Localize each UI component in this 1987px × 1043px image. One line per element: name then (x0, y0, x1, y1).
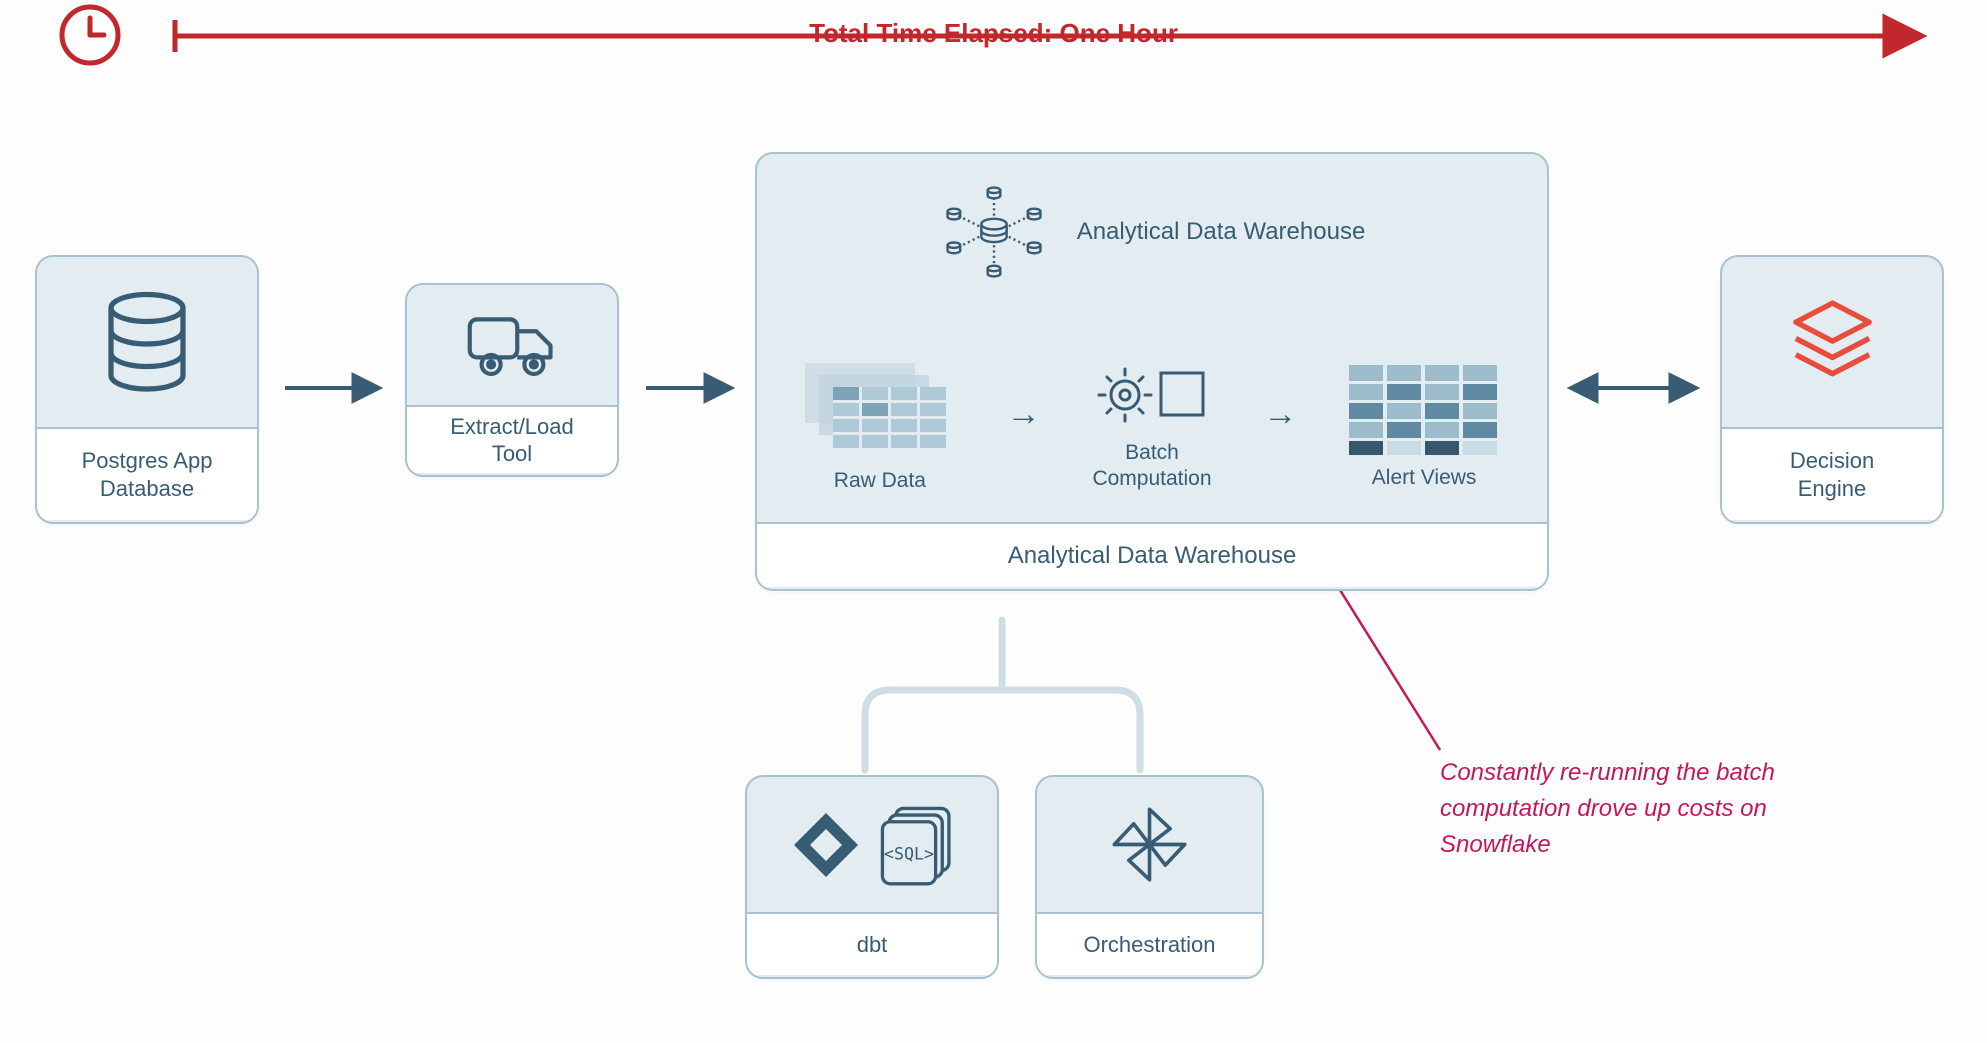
warehouse-header-label: Analytical Data Warehouse (1077, 218, 1366, 246)
node-decision-engine: Decision Engine (1720, 255, 1944, 524)
node-extract-load-tool: Extract/Load Tool (405, 283, 619, 477)
node-analytical-data-warehouse-label: Analytical Data Warehouse (757, 522, 1547, 587)
gear-box-icon (1097, 365, 1207, 430)
cost-annotation: Constantly re-running the batch computat… (1440, 755, 1870, 863)
layers-icon (1785, 295, 1880, 390)
node-orchestration-label: Orchestration (1037, 912, 1262, 975)
warehouse-step-alert-views-label: Alert Views (1372, 465, 1477, 491)
sql-badge-text: SQL (894, 844, 924, 863)
alert-views-table-icon (1349, 365, 1499, 455)
dbt-icon (786, 805, 866, 885)
database-icon (102, 290, 192, 395)
node-orchestration: Orchestration (1035, 775, 1264, 979)
truck-icon (465, 308, 560, 383)
pinwheel-icon (1107, 802, 1192, 887)
bracket-tools-to-dwh (865, 620, 1140, 770)
node-analytical-data-warehouse: Analytical Data Warehouse (755, 152, 1549, 591)
raw-data-tables-icon (805, 363, 955, 458)
node-dbt: <SQL> dbt (745, 775, 999, 979)
warehouse-step-raw-data-label: Raw Data (834, 468, 926, 494)
warehouse-header: Analytical Data Warehouse (757, 184, 1547, 279)
sql-files-icon: <SQL> (880, 804, 958, 886)
warehouse-step-alert-views: Alert Views (1349, 365, 1499, 491)
warehouse-step-batch-computation-label: Batch Computation (1092, 440, 1211, 493)
warehouse-step-raw-data: Raw Data (805, 363, 955, 494)
warehouse-step-batch-computation: Batch Computation (1092, 365, 1211, 493)
svg-text:<SQL>: <SQL> (884, 844, 934, 863)
arrow-icon: → (1263, 395, 1297, 434)
node-decision-engine-label: Decision Engine (1722, 427, 1942, 520)
warehouse-network-icon (939, 184, 1049, 279)
node-postgres-database-label: Postgres App Database (37, 427, 257, 520)
timeline-label: Total Time Elapsed: One Hour (0, 18, 1987, 49)
arrow-icon: → (1007, 395, 1041, 434)
node-postgres-database: Postgres App Database (35, 255, 259, 524)
node-extract-load-tool-label: Extract/Load Tool (407, 405, 617, 473)
node-dbt-label: dbt (747, 912, 997, 975)
